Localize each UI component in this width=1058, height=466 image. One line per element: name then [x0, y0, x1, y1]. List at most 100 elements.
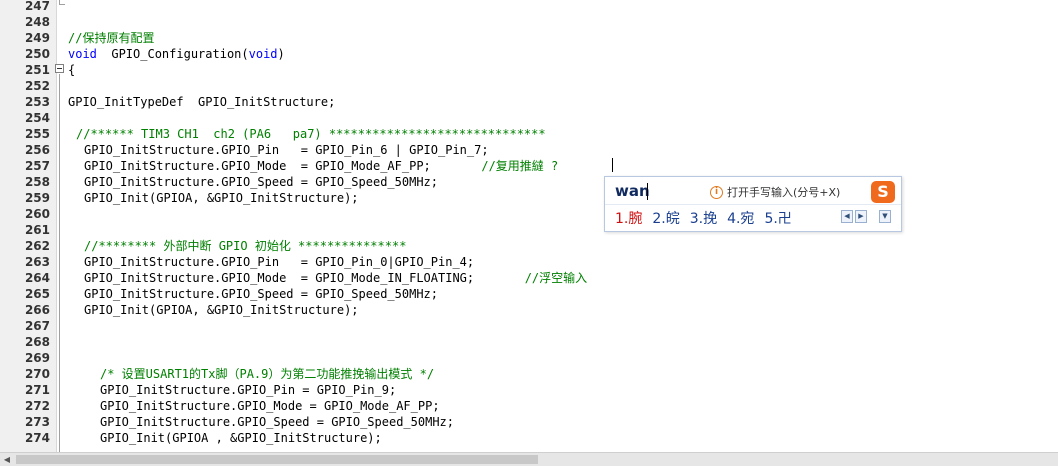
code-token: GPIO_InitStructure.GPIO_Mode = GPIO_Mode… — [84, 159, 482, 173]
ime-menu-dropdown-icon[interactable]: ▼ — [879, 210, 891, 223]
code-text: void GPIO_Configuration(void) — [68, 46, 285, 62]
fold-collapse-icon[interactable] — [55, 64, 64, 73]
code-line[interactable]: 250 void GPIO_Configuration(void) — [0, 46, 1058, 62]
code-line[interactable]: 272 GPIO_InitStructure.GPIO_Mode = GPIO_M… — [0, 398, 1058, 414]
ime-next-page-icon[interactable]: ▶ — [855, 210, 867, 223]
code-line[interactable]: 267 — [0, 318, 1058, 334]
ime-candidate-list: 1.腕 2.皖 3.挽 4.宛 5.卍 — [615, 208, 792, 228]
ime-pinyin-input: wan — [615, 182, 650, 200]
ime-candidate-1[interactable]: 1.腕 — [615, 208, 642, 228]
ime-divider — [605, 204, 901, 205]
line-number: 252 — [24, 79, 50, 93]
line-number: 270 — [24, 367, 50, 381]
ime-candidate-3[interactable]: 3.挽 — [690, 208, 717, 228]
code-text: //****** TIM3 CH1 ch2 (PA6 pa7) ********… — [76, 127, 546, 141]
line-number: 264 — [24, 271, 50, 285]
code-text: GPIO_InitStructure.GPIO_Mode = GPIO_Mode… — [100, 399, 440, 413]
line-number: 257 — [24, 159, 50, 173]
ime-handwriting-hint[interactable]: i 打开手写输入(分号+X) — [710, 184, 840, 200]
code-line[interactable]: 257 GPIO_InitStructure.GPIO_Mode = GPIO_M… — [0, 158, 1058, 174]
code-line[interactable]: 247 — [0, 0, 1058, 14]
ime-caret — [647, 183, 648, 200]
line-number: 265 — [24, 287, 50, 301]
code-line[interactable]: 268 — [0, 334, 1058, 350]
code-line[interactable]: 255 //****** TIM3 CH1 ch2 (PA6 pa7) *****… — [0, 126, 1058, 142]
code-line[interactable]: 264 GPIO_InitStructure.GPIO_Mode = GPIO_M… — [0, 270, 1058, 286]
code-text: GPIO_Init(GPIOA , &GPIO_InitStructure); — [100, 431, 382, 445]
fold-guide-line-top — [59, 0, 60, 5]
code-line[interactable]: 269 — [0, 350, 1058, 366]
code-line[interactable]: 274 GPIO_Init(GPIOA , &GPIO_InitStructure… — [0, 430, 1058, 446]
code-text: GPIO_InitStructure.GPIO_Speed = GPIO_Spe… — [84, 287, 439, 301]
line-number: 274 — [24, 431, 50, 445]
ime-page-nav: ◀ ▶ — [841, 210, 867, 223]
line-number: 256 — [24, 143, 50, 157]
code-token: void — [68, 47, 97, 61]
line-number: 259 — [24, 191, 50, 205]
line-number: 271 — [24, 383, 50, 397]
ime-candidate-2[interactable]: 2.皖 — [652, 208, 679, 228]
code-text: GPIO_InitStructure.GPIO_Mode = GPIO_Mode… — [84, 158, 558, 174]
text-cursor — [612, 158, 613, 172]
code-text: GPIO_Init(GPIOA, &GPIO_InitStructure); — [84, 191, 359, 205]
code-line[interactable]: 273 GPIO_InitStructure.GPIO_Speed = GPIO_… — [0, 414, 1058, 430]
code-text: GPIO_InitStructure.GPIO_Speed = GPIO_Spe… — [100, 415, 455, 429]
code-text: /* 设置USART1的Tx脚（PA.9）为第二功能推挽输出模式 */ — [100, 367, 435, 381]
code-line[interactable]: 263 GPIO_InitStructure.GPIO_Pin = GPIO_Pi… — [0, 254, 1058, 270]
code-token: ) — [277, 47, 285, 61]
scroll-left-arrow-icon[interactable]: ◀ — [0, 453, 14, 466]
ime-candidate-window[interactable]: wan i 打开手写输入(分号+X) S 1.腕 2.皖 3.挽 4.宛 5.卍… — [604, 176, 902, 232]
fold-guide-line — [59, 74, 60, 452]
line-number: 253 — [24, 95, 50, 109]
code-text: //******** 外部中断 GPIO 初始化 *************** — [84, 239, 407, 253]
code-line[interactable]: 252 — [0, 78, 1058, 94]
code-line[interactable]: 271 GPIO_InitStructure.GPIO_Pin = GPIO_Pi… — [0, 382, 1058, 398]
horizontal-scrollbar[interactable]: ◀ — [0, 452, 1058, 466]
line-number: 263 — [24, 255, 50, 269]
line-number: 273 — [24, 415, 50, 429]
line-number: 261 — [24, 223, 50, 237]
code-line[interactable]: 254 — [0, 110, 1058, 126]
line-number: 251 — [24, 63, 50, 77]
code-token: //浮空输入 — [524, 271, 588, 285]
code-line[interactable]: 270 /* 设置USART1的Tx脚（PA.9）为第二功能推挽输出模式 */ — [0, 366, 1058, 382]
code-token: void — [248, 47, 278, 61]
code-line[interactable]: 249 //保持原有配置 — [0, 30, 1058, 46]
code-line[interactable]: 266 GPIO_Init(GPIOA, &GPIO_InitStructure)… — [0, 302, 1058, 318]
code-text: GPIO_InitStructure.GPIO_Mode = GPIO_Mode… — [84, 270, 587, 286]
code-text: GPIO_InitTypeDef GPIO_InitStructure; — [68, 95, 336, 109]
line-number: 249 — [24, 31, 50, 45]
code-text: GPIO_InitStructure.GPIO_Speed = GPIO_Spe… — [84, 175, 439, 189]
line-number: 250 — [24, 47, 50, 61]
code-text: { — [68, 63, 76, 77]
code-text: GPIO_InitStructure.GPIO_Pin = GPIO_Pin_0… — [84, 255, 475, 269]
info-icon: i — [710, 185, 723, 199]
code-text: GPIO_InitStructure.GPIO_Pin = GPIO_Pin_6… — [84, 143, 489, 157]
ime-prev-page-icon[interactable]: ◀ — [841, 210, 853, 223]
scrollbar-thumb[interactable] — [16, 455, 538, 464]
line-number: 255 — [24, 127, 50, 141]
code-text: GPIO_Init(GPIOA, &GPIO_InitStructure); — [84, 303, 359, 317]
line-number: 254 — [24, 111, 50, 125]
line-number: 268 — [24, 335, 50, 349]
ime-candidate-4[interactable]: 4.宛 — [727, 208, 754, 228]
line-number: 272 — [24, 399, 50, 413]
ime-hint-text: 打开手写输入(分号+X) — [727, 186, 841, 199]
line-number: 269 — [24, 351, 50, 365]
code-text: //保持原有配置 — [68, 31, 155, 45]
code-line[interactable]: 251 { — [0, 62, 1058, 78]
line-number: 267 — [24, 319, 50, 333]
code-line[interactable]: 253 GPIO_InitTypeDef GPIO_InitStructure; — [0, 94, 1058, 110]
code-line[interactable]: 265 GPIO_InitStructure.GPIO_Speed = GPIO_… — [0, 286, 1058, 302]
line-number: 266 — [24, 303, 50, 317]
sogou-logo-icon[interactable]: S — [871, 181, 895, 203]
line-number: 248 — [24, 15, 50, 29]
code-line[interactable]: 256 GPIO_InitStructure.GPIO_Pin = GPIO_Pi… — [0, 142, 1058, 158]
line-number: 262 — [24, 239, 50, 253]
code-line[interactable]: 248 — [0, 14, 1058, 30]
code-line[interactable]: 262 //******** 外部中断 GPIO 初始化 ************… — [0, 238, 1058, 254]
code-token: GPIO_InitStructure.GPIO_Mode = GPIO_Mode… — [84, 271, 525, 285]
line-number: 260 — [24, 207, 50, 221]
code-token: GPIO_Configuration( — [96, 47, 249, 61]
ime-candidate-5[interactable]: 5.卍 — [764, 208, 791, 228]
